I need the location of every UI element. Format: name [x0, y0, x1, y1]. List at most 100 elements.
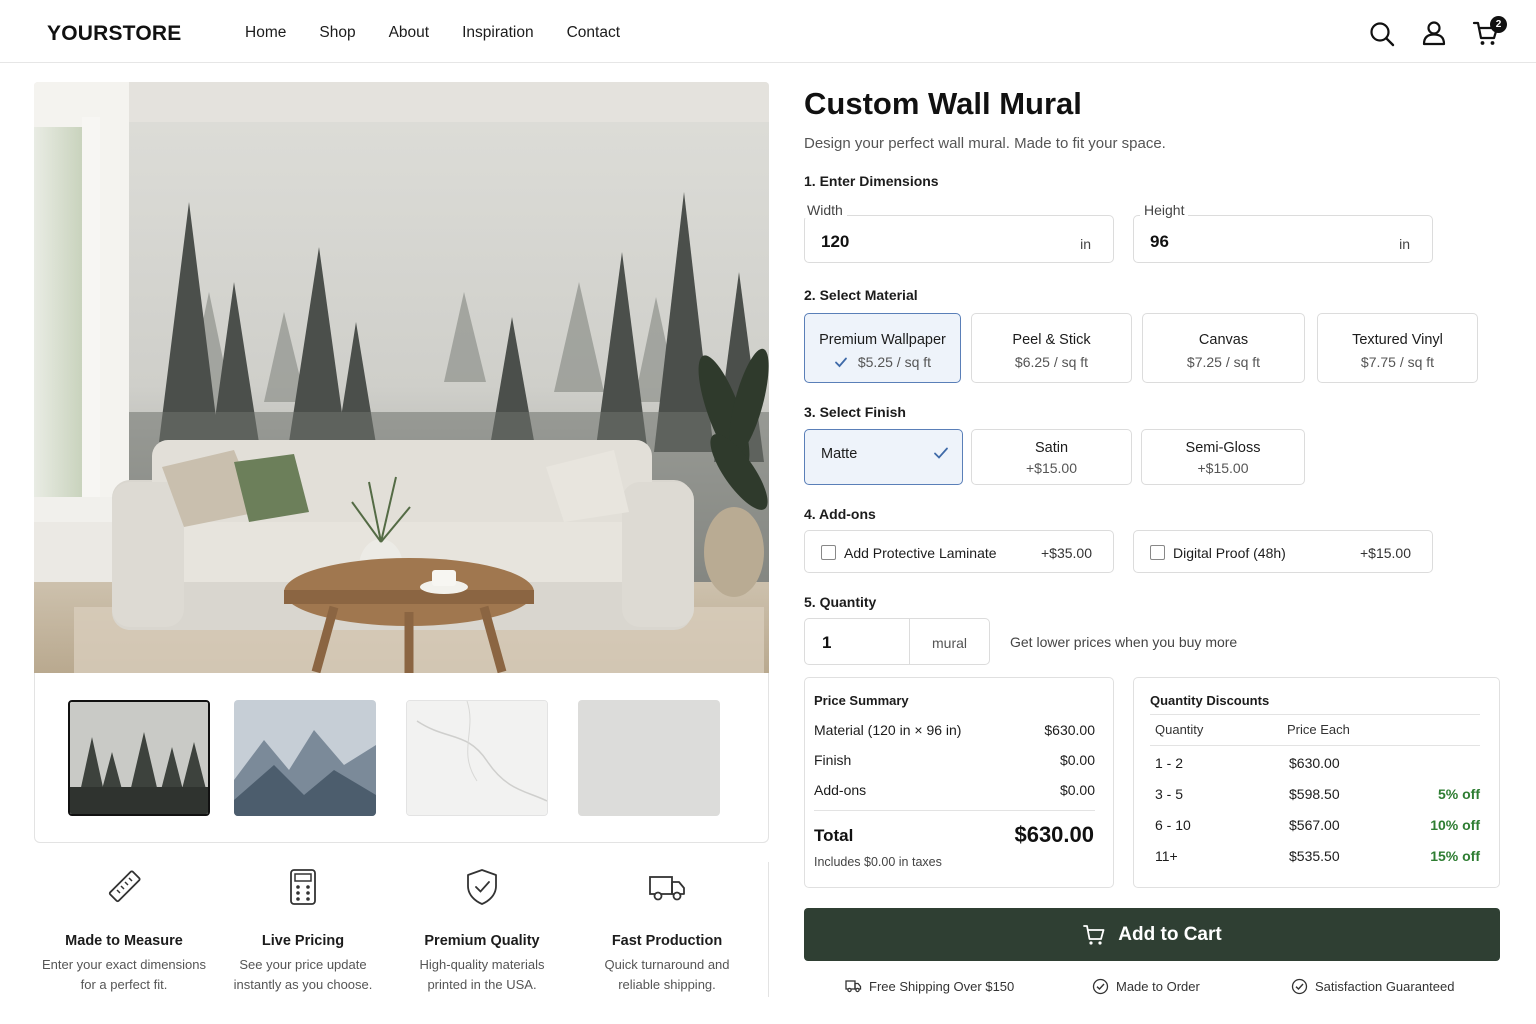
finish-semi-gloss[interactable]: Semi-Gloss +$15.00	[1141, 429, 1305, 485]
main-nav: Home Shop About Inspiration Contact	[245, 24, 653, 42]
qd-price: $630.00	[1289, 755, 1340, 771]
thumbnail-strip	[34, 673, 769, 843]
ruler-icon	[108, 870, 141, 903]
material-peel-stick[interactable]: Peel & Stick $6.25 / sq ft	[971, 313, 1132, 383]
quantity-discounts-panel: Quantity Discounts Quantity Price Each 1…	[1133, 677, 1500, 888]
finish-satin[interactable]: Satin +$15.00	[971, 429, 1132, 485]
qd-header-quantity: Quantity	[1155, 722, 1204, 737]
add-to-cart-label: Add to Cart	[1118, 923, 1222, 945]
thumbnail-mountains[interactable]	[234, 700, 376, 816]
material-name: Premium Wallpaper	[819, 332, 946, 348]
width-label: Width	[803, 202, 847, 218]
material-name: Textured Vinyl	[1352, 332, 1443, 348]
material-textured-vinyl[interactable]: Textured Vinyl $7.75 / sq ft	[1317, 313, 1478, 383]
qd-discount: 5% off	[1438, 786, 1480, 802]
feature-title: Made to Measure	[65, 933, 183, 949]
material-price: $7.25 / sq ft	[1186, 354, 1261, 370]
feature-fast-production: Fast Production Quick turnaround and reli…	[577, 862, 757, 995]
step-dimensions-label: 1. Enter Dimensions	[804, 173, 939, 189]
material-name: Canvas	[1198, 332, 1249, 348]
height-unit: in	[1399, 236, 1410, 252]
thumbnail-marble[interactable]	[406, 700, 548, 816]
thumbnail-plaster[interactable]	[578, 700, 720, 816]
quantity-discounts-title: Quantity Discounts	[1150, 693, 1270, 708]
material-canvas[interactable]: Canvas $7.25 / sq ft	[1142, 313, 1305, 383]
step-quantity-label: 5. Quantity	[804, 594, 877, 610]
total-label: Total	[814, 826, 854, 845]
trust-satisfaction: Satisfaction Guaranteed	[1291, 978, 1454, 995]
finish-name: Satin	[1034, 440, 1069, 456]
truck-icon	[649, 876, 685, 901]
cart-count-badge: 2	[1490, 16, 1507, 33]
quantity-hint: Get lower prices when you buy more	[1010, 634, 1238, 650]
qd-header-price: Price Each	[1287, 722, 1350, 737]
addon-label: Digital Proof (48h)	[1173, 545, 1286, 561]
price-summary-title: Price Summary	[814, 693, 909, 708]
living-room-mural-image	[34, 82, 769, 673]
truck-icon	[845, 980, 862, 993]
quantity-input[interactable]: 1 mural	[804, 618, 990, 665]
add-to-cart-button[interactable]: Add to Cart	[804, 908, 1500, 961]
width-field[interactable]: 120 in	[804, 215, 1114, 263]
qd-qty: 1 - 2	[1155, 755, 1184, 771]
feature-premium-quality: Premium Quality High-quality materials pr…	[392, 862, 572, 995]
product-hero-image[interactable]	[34, 82, 769, 673]
addon-price: +$15.00	[1360, 545, 1411, 561]
nav-contact[interactable]: Contact	[567, 24, 620, 42]
digital-proof-checkbox[interactable]	[1150, 545, 1165, 560]
material-price: $6.25 / sq ft	[1014, 354, 1089, 370]
step-finish-label: 3. Select Finish	[804, 404, 906, 420]
site-header: YOURSTORE Home Shop About Inspiration Co…	[0, 0, 1536, 63]
quantity-value[interactable]: 1	[822, 633, 831, 653]
qd-qty: 11+	[1155, 848, 1178, 864]
nav-inspiration[interactable]: Inspiration	[462, 24, 534, 42]
price-summary-panel: Price Summary Material (120 in × 96 in) $…	[804, 677, 1114, 888]
check-icon	[835, 357, 847, 368]
tax-note: Includes $0.00 in taxes	[814, 855, 942, 869]
material-premium-wallpaper[interactable]: Premium Wallpaper $5.25 / sq ft	[804, 313, 961, 383]
feature-desc: Quick turnaround and reliable shipping.	[604, 957, 730, 992]
qd-divider	[1150, 745, 1480, 746]
feature-desc: See your price update instantly as you ch…	[233, 957, 373, 992]
shield-check-icon	[467, 869, 497, 905]
qd-price: $598.50	[1289, 786, 1340, 802]
feature-made-to-measure: Made to Measure Enter your exact dimensi…	[34, 862, 214, 995]
finish-matte[interactable]: Matte	[804, 429, 963, 485]
price-divider	[814, 810, 1095, 811]
addon-digital-proof[interactable]: Digital Proof (48h) +$15.00	[1133, 530, 1433, 573]
finish-name: Semi-Gloss	[1185, 440, 1261, 456]
laminate-checkbox[interactable]	[821, 545, 836, 560]
nav-about[interactable]: About	[389, 24, 430, 42]
qd-discount: 15% off	[1430, 848, 1480, 864]
qd-qty: 6 - 10	[1155, 817, 1191, 833]
store-logo[interactable]: YOURSTORE	[47, 22, 181, 46]
feature-desc: Enter your exact dimensions for a perfect…	[41, 957, 207, 992]
addon-protective-laminate[interactable]: Add Protective Laminate +$35.00	[804, 530, 1114, 573]
material-price: $5.25 / sq ft	[805, 354, 960, 370]
price-row-material: Material (120 in × 96 in) $630.00	[814, 722, 1095, 738]
feature-live-pricing: Live Pricing See your price update instan…	[213, 862, 393, 995]
height-value[interactable]: 96	[1150, 232, 1169, 252]
height-field[interactable]: 96 in	[1133, 215, 1433, 263]
step-addons-label: 4. Add-ons	[804, 506, 876, 522]
user-icon[interactable]	[1420, 19, 1448, 47]
nav-shop[interactable]: Shop	[319, 24, 355, 42]
feature-title: Fast Production	[611, 933, 723, 949]
qd-discount: 10% off	[1430, 817, 1480, 833]
check-icon	[934, 447, 948, 459]
badge-check-icon	[1092, 978, 1109, 995]
feature-title: Live Pricing	[261, 933, 345, 949]
qd-price: $567.00	[1289, 817, 1340, 833]
nav-home[interactable]: Home	[245, 24, 286, 42]
thumbnail-forest[interactable]	[68, 700, 210, 816]
search-icon[interactable]	[1368, 20, 1396, 48]
price-row-addons: Add-ons $0.00	[814, 782, 1095, 798]
trust-made-to-order: Made to Order	[1092, 978, 1200, 995]
product-subtitle: Design your perfect wall mural. Made to …	[804, 135, 1166, 152]
price-row-finish: Finish $0.00	[814, 752, 1095, 768]
material-name: Peel & Stick	[1012, 332, 1091, 348]
feature-list: Made to Measure Enter your exact dimensi…	[34, 862, 769, 997]
addon-label: Add Protective Laminate	[844, 545, 997, 561]
finish-price: +$15.00	[1026, 460, 1077, 476]
width-value[interactable]: 120	[821, 232, 849, 252]
